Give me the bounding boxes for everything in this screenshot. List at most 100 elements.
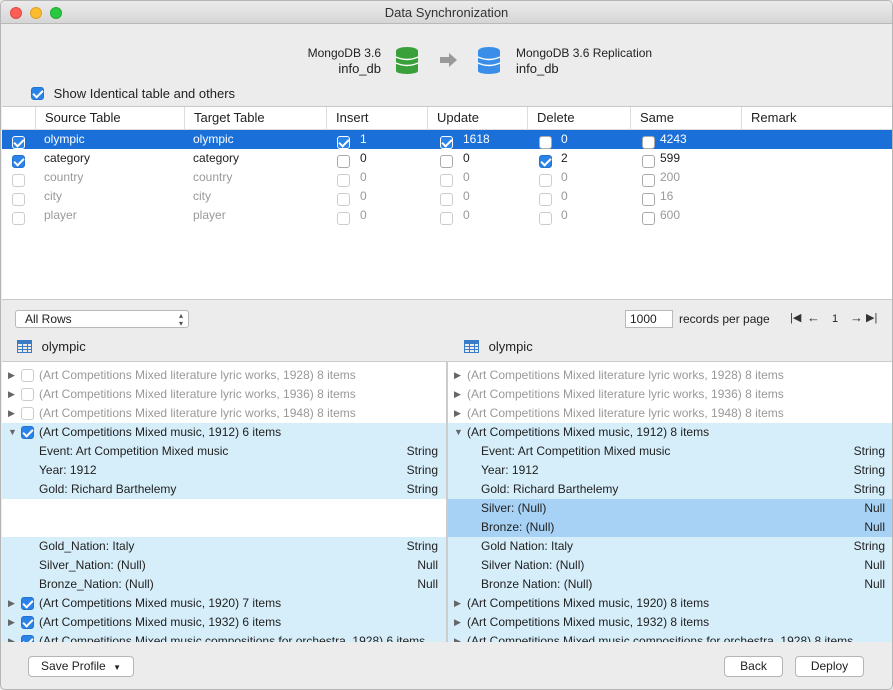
expand-triangle-icon[interactable]: ▶ (8, 404, 15, 423)
column-header-select[interactable] (2, 107, 35, 129)
record-checkbox[interactable] (21, 407, 34, 420)
delete-checkbox[interactable] (539, 136, 552, 150)
target-records-pane[interactable]: ▶ (Art Competitions Mixed literature lyri… (448, 361, 892, 642)
expand-triangle-icon[interactable]: ▶ (8, 366, 15, 385)
field-row[interactable]: Year: 1912 String (2, 461, 446, 480)
column-header-delete[interactable]: Delete (527, 107, 630, 129)
expand-triangle-icon[interactable]: ▶ (454, 366, 461, 385)
record-checkbox[interactable] (21, 616, 34, 629)
last-page-icon[interactable]: ▶| (866, 311, 877, 324)
column-header-same[interactable]: Same (630, 107, 741, 129)
update-checkbox[interactable] (440, 136, 453, 150)
same-checkbox[interactable] (642, 193, 655, 207)
same-checkbox[interactable] (642, 136, 655, 150)
expand-triangle-icon[interactable]: ▶ (8, 632, 15, 642)
field-row[interactable]: Gold_Nation: Italy String (2, 537, 446, 556)
field-row[interactable]: Year: 1912 String (448, 461, 892, 480)
field-row[interactable]: Gold Nation: Italy String (448, 537, 892, 556)
table-row[interactable]: category category 0 0 2 599 (2, 149, 892, 169)
field-row[interactable]: Event: Art Competition Mixed music String (448, 442, 892, 461)
table-row[interactable]: city city 0 0 0 16 (2, 187, 892, 207)
record-checkbox[interactable] (21, 635, 34, 642)
record-row[interactable]: ▶ (Art Competitions Mixed literature lyri… (2, 404, 446, 423)
column-header-source[interactable]: Source Table (35, 107, 184, 129)
record-row[interactable]: ▶ (Art Competitions Mixed music, 1932) 8 … (448, 613, 892, 632)
delete-checkbox[interactable] (539, 212, 552, 226)
record-row[interactable]: ▶ (Art Competitions Mixed literature lyri… (2, 366, 446, 385)
empty-row[interactable] (2, 518, 446, 537)
field-row[interactable]: Bronze Nation: (Null) Null (448, 575, 892, 594)
save-profile-button[interactable]: Save Profile ▼ (28, 656, 134, 677)
back-button[interactable]: Back (724, 656, 783, 677)
record-checkbox[interactable] (21, 426, 34, 439)
field-row[interactable]: Event: Art Competition Mixed music String (2, 442, 446, 461)
field-row[interactable]: Gold: Richard Barthelemy String (448, 480, 892, 499)
record-row[interactable]: ▶ (Art Competitions Mixed literature lyri… (2, 385, 446, 404)
record-row[interactable]: ▶ (Art Competitions Mixed literature lyri… (448, 385, 892, 404)
record-row[interactable]: ▶ (Art Competitions Mixed music, 1920) 8 … (448, 594, 892, 613)
row-checkbox[interactable] (12, 212, 25, 226)
deploy-button[interactable]: Deploy (795, 656, 864, 677)
same-checkbox[interactable] (642, 155, 655, 169)
field-row[interactable]: Gold: Richard Barthelemy String (2, 480, 446, 499)
insert-checkbox[interactable] (337, 193, 350, 207)
field-row[interactable]: Silver Nation: (Null) Null (448, 556, 892, 575)
table-row[interactable]: olympic olympic 1 1618 0 4243 (2, 130, 892, 150)
empty-row[interactable] (2, 499, 446, 518)
column-header-remark[interactable]: Remark (741, 107, 892, 129)
row-checkbox[interactable] (12, 136, 25, 150)
expand-triangle-icon[interactable]: ▶ (8, 613, 15, 632)
row-filter-select[interactable]: All Rows ▴ ▾ (15, 310, 189, 328)
same-checkbox[interactable] (642, 212, 655, 226)
close-window-button[interactable] (10, 7, 22, 19)
collapse-triangle-icon[interactable]: ▼ (454, 423, 463, 442)
minimize-window-button[interactable] (30, 7, 42, 19)
field-row[interactable]: Silver: (Null) Null (448, 499, 892, 518)
record-row[interactable]: ▶ (Art Competitions Mixed music compositi… (448, 632, 892, 642)
collapse-triangle-icon[interactable]: ▼ (8, 423, 17, 442)
expand-triangle-icon[interactable]: ▶ (454, 613, 461, 632)
source-records-pane[interactable]: ▶ (Art Competitions Mixed literature lyri… (2, 361, 446, 642)
record-checkbox[interactable] (21, 369, 34, 382)
update-checkbox[interactable] (440, 193, 453, 207)
expand-triangle-icon[interactable]: ▶ (8, 594, 15, 613)
update-checkbox[interactable] (440, 155, 453, 169)
row-checkbox[interactable] (12, 174, 25, 188)
update-checkbox[interactable] (440, 174, 453, 188)
record-row[interactable]: ▼ (Art Competitions Mixed music, 1912) 6 … (2, 423, 446, 442)
column-header-update[interactable]: Update (427, 107, 527, 129)
column-header-target[interactable]: Target Table (184, 107, 326, 129)
delete-checkbox[interactable] (539, 155, 552, 169)
column-header-insert[interactable]: Insert (326, 107, 427, 129)
expand-triangle-icon[interactable]: ▶ (454, 404, 461, 423)
record-row[interactable]: ▼ (Art Competitions Mixed music, 1912) 8 … (448, 423, 892, 442)
record-checkbox[interactable] (21, 597, 34, 610)
show-identical-option[interactable]: Show Identical table and others (31, 85, 235, 101)
update-checkbox[interactable] (440, 212, 453, 226)
insert-checkbox[interactable] (337, 136, 350, 150)
field-row[interactable]: Silver_Nation: (Null) Null (2, 556, 446, 575)
same-checkbox[interactable] (642, 174, 655, 188)
insert-checkbox[interactable] (337, 174, 350, 188)
record-row[interactable]: ▶ (Art Competitions Mixed music, 1932) 6 … (2, 613, 446, 632)
record-row[interactable]: ▶ (Art Competitions Mixed music compositi… (2, 632, 446, 642)
field-row[interactable]: Bronze: (Null) Null (448, 518, 892, 537)
record-row[interactable]: ▶ (Art Competitions Mixed literature lyri… (448, 404, 892, 423)
delete-checkbox[interactable] (539, 174, 552, 188)
record-row[interactable]: ▶ (Art Competitions Mixed literature lyri… (448, 366, 892, 385)
expand-triangle-icon[interactable]: ▶ (8, 385, 15, 404)
expand-triangle-icon[interactable]: ▶ (454, 594, 461, 613)
expand-triangle-icon[interactable]: ▶ (454, 385, 461, 404)
row-checkbox[interactable] (12, 193, 25, 207)
show-identical-checkbox[interactable] (31, 87, 44, 101)
expand-triangle-icon[interactable]: ▶ (454, 632, 461, 642)
records-per-page-input[interactable]: 1000 (625, 310, 673, 328)
record-checkbox[interactable] (21, 388, 34, 401)
zoom-window-button[interactable] (50, 7, 62, 19)
table-row[interactable]: country country 0 0 0 200 (2, 168, 892, 188)
next-page-icon[interactable]: → (850, 310, 863, 325)
delete-checkbox[interactable] (539, 193, 552, 207)
previous-page-icon[interactable]: ← (807, 310, 820, 325)
table-row[interactable]: player player 0 0 0 600 (2, 206, 892, 226)
record-row[interactable]: ▶ (Art Competitions Mixed music, 1920) 7 … (2, 594, 446, 613)
